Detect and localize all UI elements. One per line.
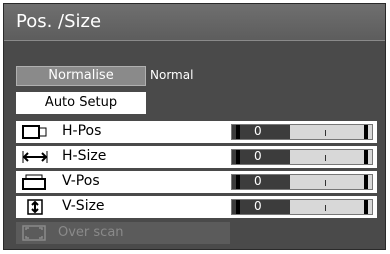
v-size-slider[interactable]: 0 [231,199,373,215]
h-pos-icon [22,125,47,139]
h-size-row[interactable]: H-Size 0 [16,146,377,168]
v-size-label: V-Size [62,198,105,214]
over-scan-row: Over scan [16,222,230,244]
v-pos-row[interactable]: V-Pos 0 [16,171,377,193]
slider-right-arrow [364,175,368,189]
h-pos-slider[interactable]: 0 [231,124,373,140]
osd-panel: Pos. /Size Normalise Normal Auto Setup H… [3,3,386,250]
v-size-value: 0 [254,199,262,213]
slider-left-arrow [236,200,240,214]
v-pos-value: 0 [254,174,262,188]
over-scan-label: Over scan [58,225,124,240]
slider-left-arrow [236,175,240,189]
title-bar: Pos. /Size [4,4,385,41]
h-pos-value: 0 [254,124,262,138]
v-pos-slider[interactable]: 0 [231,174,373,190]
h-size-value: 0 [254,149,262,163]
h-size-label: H-Size [62,148,107,164]
v-size-row[interactable]: V-Size 0 [16,196,377,218]
h-pos-label: H-Pos [62,123,102,139]
h-size-slider[interactable]: 0 [231,149,373,165]
v-pos-icon [22,174,46,190]
over-scan-icon [22,225,46,241]
slider-left-arrow [236,125,240,139]
v-size-icon [27,199,43,215]
normalise-button[interactable]: Normalise [16,66,146,86]
normalise-status: Normal [150,68,194,82]
h-size-icon [22,151,48,163]
slider-right-arrow [364,200,368,214]
auto-setup-button[interactable]: Auto Setup [16,92,146,114]
slider-right-arrow [364,125,368,139]
page-title: Pos. /Size [16,11,102,32]
slider-left-arrow [236,150,240,164]
slider-right-arrow [364,150,368,164]
h-pos-row[interactable]: H-Pos 0 [16,121,377,143]
v-pos-label: V-Pos [62,173,100,189]
